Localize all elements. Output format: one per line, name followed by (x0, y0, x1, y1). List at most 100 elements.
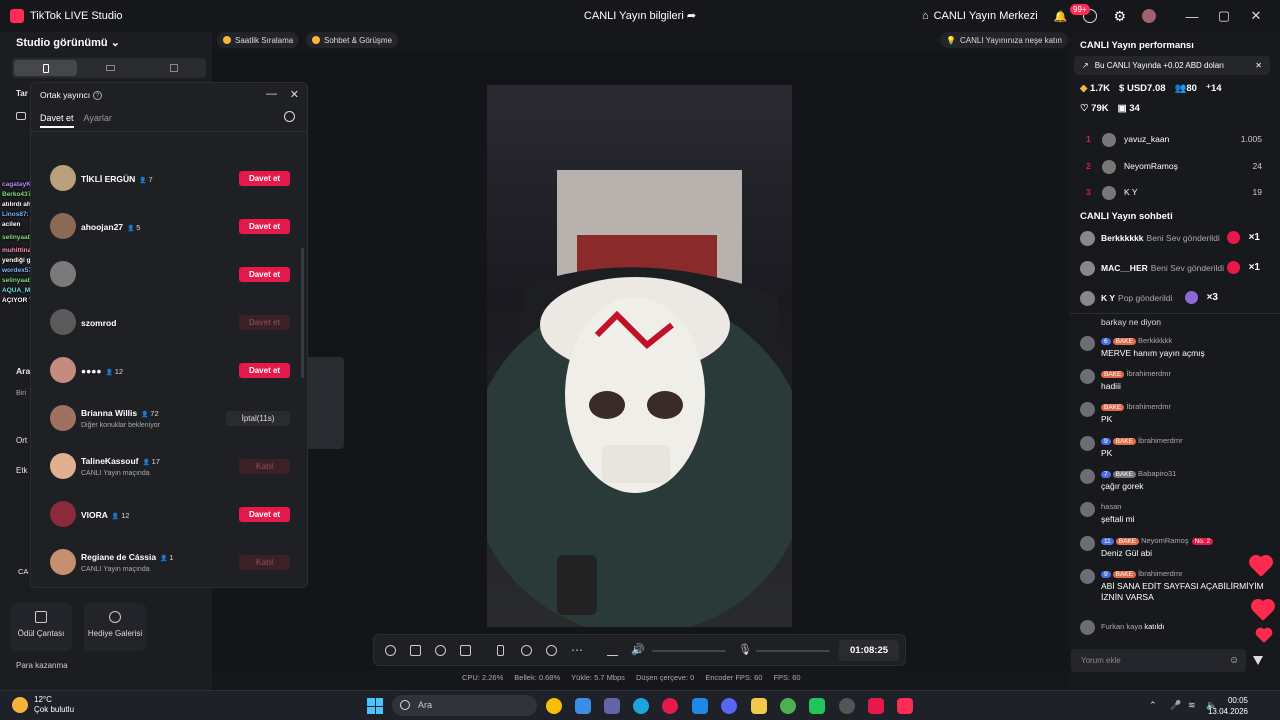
microphone-icon[interactable]: 🎙 (738, 643, 752, 656)
weather-widget[interactable]: 12°C Çok bulutlu (12, 695, 74, 715)
comment-input[interactable]: Yorum ekle (1071, 649, 1246, 672)
mail-icon[interactable] (692, 698, 708, 714)
cohost-list-item: TİKLİ ERGÜN 👤 7 Davet et (50, 165, 290, 193)
more-icon[interactable]: ⋯ (571, 643, 583, 657)
cancel-invite-button[interactable]: İptal(11s) (226, 411, 290, 426)
mic-slider[interactable] (756, 650, 830, 652)
teams-icon[interactable] (604, 698, 620, 714)
discord-icon[interactable] (721, 698, 737, 714)
chevron-up-icon[interactable]: ⌃ (1149, 700, 1157, 711)
avatar[interactable] (50, 549, 76, 575)
avatar (1080, 469, 1095, 484)
chat-user-line: 11 BAKE NeyomRamoş No. 2 (1101, 536, 1214, 545)
edge-icon[interactable] (633, 698, 649, 714)
gift-gallery-button[interactable]: Hediye Galerisi (84, 603, 146, 651)
chat-meet-chip[interactable]: Sohbet & Görüşme (306, 32, 399, 48)
partial-label-etk: Etk (16, 466, 28, 475)
maximize-button[interactable]: ▢ (1208, 8, 1240, 24)
youtube-icon[interactable] (868, 698, 884, 714)
settings-button[interactable]: ⚙ (1105, 8, 1134, 25)
mixer-icon[interactable] (607, 645, 618, 656)
avatar[interactable] (50, 501, 76, 527)
chrome-2-icon[interactable] (780, 698, 796, 714)
invite-button[interactable]: Davet et (239, 315, 290, 330)
tab-invite[interactable]: Davet et (40, 113, 74, 128)
magic-icon[interactable] (385, 645, 396, 656)
leaderboard-row[interactable]: 3 K Y 19 (1086, 186, 1262, 200)
fan-club-badge: BAKE (1112, 471, 1136, 478)
avatar[interactable] (50, 261, 76, 287)
opera-icon[interactable] (662, 698, 678, 714)
profile-avatar[interactable] (1134, 9, 1164, 23)
chrome-icon[interactable] (546, 698, 562, 714)
whatsapp-icon[interactable] (809, 698, 825, 714)
invite-button[interactable]: Davet et (239, 363, 290, 378)
chat-text: hadiii (1101, 381, 1121, 391)
invite-button[interactable]: Davet et (239, 507, 290, 522)
emoji-icon[interactable]: ☺ (1229, 655, 1239, 666)
ai-icon[interactable] (435, 645, 446, 656)
level-badge: 11 (1101, 538, 1114, 545)
person-icon: 👤 (111, 514, 122, 520)
close-button[interactable]: ✕ (1240, 8, 1272, 24)
store-icon[interactable] (575, 698, 591, 714)
orientation-toggle[interactable] (12, 58, 206, 78)
clock[interactable]: 00:05 13.04.2026 (1208, 695, 1248, 717)
performance-stats-2: ♡ 79K ▣ 34 (1080, 103, 1140, 114)
invite-button[interactable]: Davet et (239, 219, 290, 234)
tab-divider (31, 131, 307, 132)
tab-settings[interactable]: Ayarlar (84, 113, 112, 128)
search-icon[interactable] (284, 111, 295, 122)
volume-slider[interactable] (652, 650, 726, 652)
invite-button[interactable]: Davet et (239, 171, 290, 186)
record-icon[interactable] (521, 645, 532, 656)
follower-count: 👤 17 (142, 457, 159, 466)
joy-chip[interactable]: 💡 CANLI Yayınınıza neşe katın (940, 32, 1068, 48)
info-icon[interactable]: ? (93, 91, 103, 101)
wifi-icon[interactable]: ≋ (1188, 700, 1196, 711)
send-icon[interactable] (1253, 656, 1263, 665)
landscape-option[interactable] (79, 58, 142, 78)
start-button[interactable] (367, 698, 383, 714)
folder-icon[interactable] (751, 698, 767, 714)
hourly-ranking-chip[interactable]: Saatlik Sıralama (217, 32, 300, 48)
microphone-tray-icon[interactable]: 🎤 (1170, 700, 1181, 711)
avatar[interactable] (50, 453, 76, 479)
follower-count-value: 5 (136, 223, 141, 232)
join-button[interactable]: Katıl (239, 555, 290, 570)
modal-minimize-button[interactable]: — (266, 88, 277, 100)
avatar[interactable] (50, 165, 76, 191)
avatar[interactable] (50, 357, 76, 383)
speaker-icon[interactable]: 🔊 (631, 643, 645, 656)
avatar[interactable] (50, 309, 76, 335)
minimize-button[interactable]: — (1176, 9, 1208, 24)
chat-text: MERVE hanım yayın açmış (1101, 348, 1205, 358)
join-button[interactable]: Katıl (239, 459, 290, 474)
live-center-button[interactable]: ⌂ CANLI Yayın Merkezi (914, 10, 1046, 22)
leaderboard-row[interactable]: 1 yavuz_kaan 1.005 (1086, 133, 1262, 147)
avatar[interactable] (50, 213, 76, 239)
dual-option[interactable] (143, 58, 206, 78)
scrollbar[interactable] (301, 248, 304, 378)
modal-title-label: Ortak yayıncı (40, 90, 91, 100)
avatar (1142, 9, 1156, 23)
cohost-list-item: ahoojan27 👤 5 Davet et (50, 213, 290, 241)
leaderboard-row[interactable]: 2 NeyomRamoş 24 (1086, 160, 1262, 174)
effects-icon[interactable] (410, 645, 421, 656)
portrait-option[interactable] (14, 60, 78, 76)
invite-button[interactable]: Davet et (239, 267, 290, 282)
replay-icon[interactable] (546, 645, 557, 656)
close-banner-icon[interactable]: ✕ (1255, 61, 1262, 70)
reward-bag-button[interactable]: Ödül Çantası (10, 603, 72, 651)
app-icon[interactable] (839, 698, 855, 714)
gift-icon (1227, 231, 1240, 244)
add-source-icon[interactable] (460, 645, 471, 656)
phone-icon[interactable] (497, 645, 504, 656)
taskbar-search[interactable]: Ara (392, 695, 537, 716)
performance-title: CANLI Yayın performansı (1080, 40, 1194, 51)
modal-title: Ortak yayıncı? (40, 90, 103, 101)
studio-view-dropdown[interactable]: Studio görünümü ⌄ (16, 36, 120, 49)
tiktok-icon[interactable] (897, 698, 913, 714)
avatar[interactable] (50, 405, 76, 431)
modal-close-button[interactable]: ✕ (290, 88, 299, 101)
